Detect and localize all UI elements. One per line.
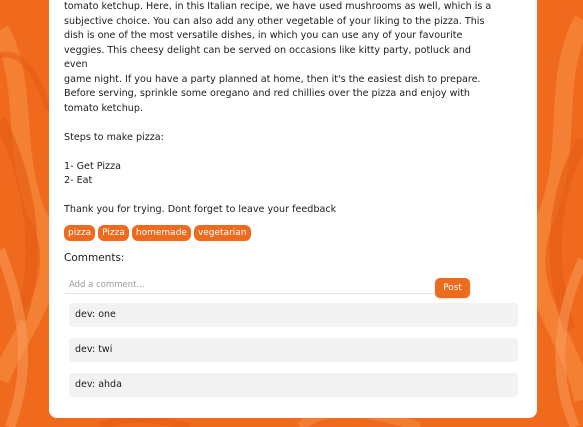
post-button[interactable]: Post (435, 278, 470, 298)
comments-heading: Comments: (64, 252, 125, 264)
recipe-card: tomato ketchup. Here, in this Italian re… (49, 0, 537, 418)
comment-item: dev: twi (69, 338, 518, 362)
comment-item: dev: one (69, 303, 518, 327)
recipe-description: tomato ketchup. Here, in this Italian re… (64, 1, 492, 215)
tag-chip[interactable]: homemade (131, 225, 191, 241)
tag-chip[interactable]: pizza (64, 225, 96, 241)
tag-list: pizza Pizza homemade vegetarian (64, 225, 251, 241)
comment-input[interactable] (65, 277, 433, 294)
comment-item: dev: ahda (69, 373, 518, 397)
tag-chip[interactable]: Pizza (98, 225, 129, 241)
tag-chip[interactable]: vegetarian (193, 225, 251, 241)
